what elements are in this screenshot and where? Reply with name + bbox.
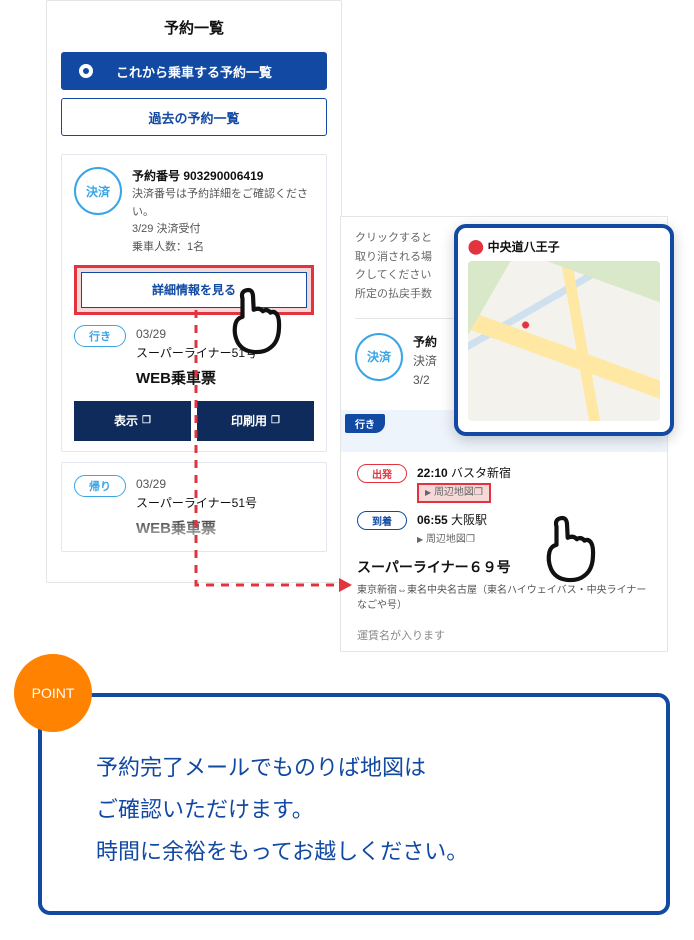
detail-button-label: 詳細情報を見る	[152, 281, 236, 298]
web-ticket-label: WEB乗車票	[136, 517, 257, 541]
return-trip-card: 帰り 03/29 スーパーライナー51号 WEB乗車票	[61, 462, 327, 552]
departure-map-label: 周辺地図	[434, 487, 474, 498]
paid-stamp: 決済	[355, 333, 403, 381]
radio-selected-icon	[79, 64, 93, 78]
return-date: 03/29	[136, 475, 257, 494]
arrival-map-link[interactable]: ▶ 周辺地図❐	[417, 534, 475, 545]
map-location-row: ⬤ 中央道八王子	[468, 238, 660, 255]
tab-toggle-group: これから乗車する予約一覧 過去の予約一覧	[61, 52, 327, 136]
point-badge-label: POINT	[32, 685, 75, 701]
passenger-count: 乗車人数：1名	[132, 239, 314, 257]
map-popup: ⬤ 中央道八王子	[454, 224, 674, 436]
reservation-info: 予約番号 903290006419 決済番号は予約詳細をご確認ください。 3/2…	[132, 167, 314, 257]
outbound-pill: 行き	[345, 414, 385, 433]
point-line-1: 予約完了メールでものりば地図は	[96, 755, 426, 780]
return-route: スーパーライナー51号	[136, 494, 257, 513]
info-title: 予約	[413, 333, 437, 352]
fare-placeholder: 運賃名が入ります	[357, 627, 651, 643]
map-link-highlight: ▶ 周辺地図❐	[417, 483, 491, 503]
page-title: 予約一覧	[61, 11, 327, 52]
map-location-name: 中央道八王子	[488, 238, 560, 255]
return-tag: 帰り	[74, 475, 126, 497]
show-ticket-label: 表示	[114, 412, 138, 429]
show-ticket-button[interactable]: 表示 ❐	[74, 401, 191, 441]
outbound-date: 03/29	[136, 325, 257, 344]
external-link-icon: ❐	[142, 415, 151, 426]
arrival-time: 06:55	[417, 513, 448, 527]
departure-tag: 出発	[357, 464, 407, 483]
detail-button[interactable]: 詳細情報を見る	[81, 272, 307, 308]
play-icon: ▶	[417, 535, 423, 544]
departure-place: バスタ新宿	[451, 466, 511, 480]
reservation-list-panel: 予約一覧 これから乗車する予約一覧 過去の予約一覧 決済 予約番号 903290…	[46, 0, 342, 583]
reservation-info-small: 予約 決済 3/2	[413, 333, 437, 391]
map-pin-icon: ⬤	[468, 238, 484, 255]
point-badge: POINT	[14, 654, 92, 732]
outbound-route: スーパーライナー51号	[136, 344, 257, 363]
point-callout: 予約完了メールでものりば地図は ご確認いただけます。 時間に余裕をもってお越しく…	[38, 693, 670, 915]
arrival-tag: 到着	[357, 511, 407, 530]
web-ticket-label: WEB乗車票	[136, 367, 257, 391]
paid-date: 3/29 決済受付	[132, 221, 314, 239]
tab-upcoming-label: これから乗車する予約一覧	[116, 62, 272, 81]
schedule-block: 出発 22:10 バスタ新宿 ▶ 周辺地図❐ 到着 06:55 大阪駅 ▶ 周辺…	[355, 464, 653, 643]
print-ticket-label: 印刷用	[231, 412, 267, 429]
external-link-icon: ❐	[466, 534, 475, 545]
reservation-number: 予約番号 903290006419	[132, 167, 314, 186]
external-link-icon: ❐	[271, 415, 280, 426]
print-ticket-button[interactable]: 印刷用 ❐	[197, 401, 314, 441]
map-image[interactable]	[468, 261, 660, 421]
play-icon: ▶	[425, 488, 431, 497]
arrival-map-label: 周辺地図	[426, 534, 466, 545]
reservation-card: 決済 予約番号 903290006419 決済番号は予約詳細をご確認ください。 …	[61, 154, 327, 452]
info-line1: 決済	[413, 354, 437, 368]
external-link-icon: ❐	[474, 487, 483, 498]
departure-map-link[interactable]: ▶ 周辺地図❐	[425, 485, 483, 500]
departure-time: 22:10	[417, 466, 448, 480]
detail-button-highlight: 詳細情報を見る	[74, 265, 314, 315]
point-line-3: 時間に余裕をもってお越しください。	[96, 839, 468, 864]
outbound-tag: 行き	[74, 325, 126, 347]
paid-stamp: 決済	[74, 167, 122, 215]
tab-past[interactable]: 過去の予約一覧	[61, 98, 327, 136]
point-line-2: ご確認いただけます。	[96, 797, 314, 822]
bus-route: 東京新宿⇔東名中央名古屋（東名ハイウェイバス・中央ライナーなごや号）	[357, 583, 651, 613]
tab-upcoming[interactable]: これから乗車する予約一覧	[61, 52, 327, 90]
tab-past-label: 過去の予約一覧	[148, 108, 239, 127]
arrival-place: 大阪駅	[451, 513, 487, 527]
bus-name: スーパーライナー６９号	[357, 557, 651, 577]
info-line2: 3/2	[413, 373, 430, 387]
reservation-note: 決済番号は予約詳細をご確認ください。	[132, 186, 314, 221]
